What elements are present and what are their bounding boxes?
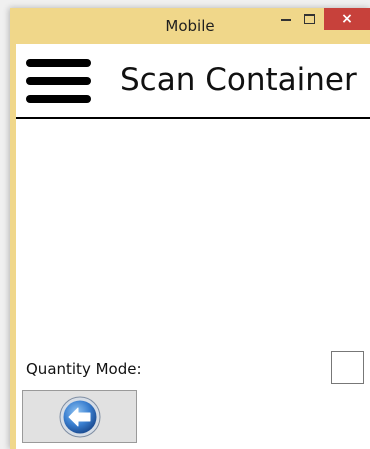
close-icon: ×	[341, 11, 353, 27]
minimize-button[interactable]	[276, 8, 296, 30]
minimize-icon	[281, 19, 291, 21]
menu-line	[26, 95, 91, 103]
page-title: Scan Container	[120, 62, 357, 98]
title-bar[interactable]: Mobile ×	[10, 8, 370, 44]
maximize-icon	[303, 14, 315, 24]
back-button[interactable]	[22, 390, 137, 443]
app-header: Scan Container	[16, 44, 370, 119]
menu-line	[26, 59, 91, 67]
quantity-mode-label: Quantity Mode:	[26, 360, 142, 378]
close-button[interactable]: ×	[324, 8, 370, 30]
app-window: Mobile × Scan Container Quantity Mode:	[10, 8, 370, 449]
hamburger-menu-icon[interactable]	[26, 57, 91, 104]
maximize-button[interactable]	[298, 8, 320, 30]
back-arrow-icon	[59, 396, 100, 437]
menu-line	[26, 77, 91, 85]
app-content: Scan Container Quantity Mode:	[16, 44, 370, 449]
quantity-mode-checkbox[interactable]	[331, 351, 364, 384]
